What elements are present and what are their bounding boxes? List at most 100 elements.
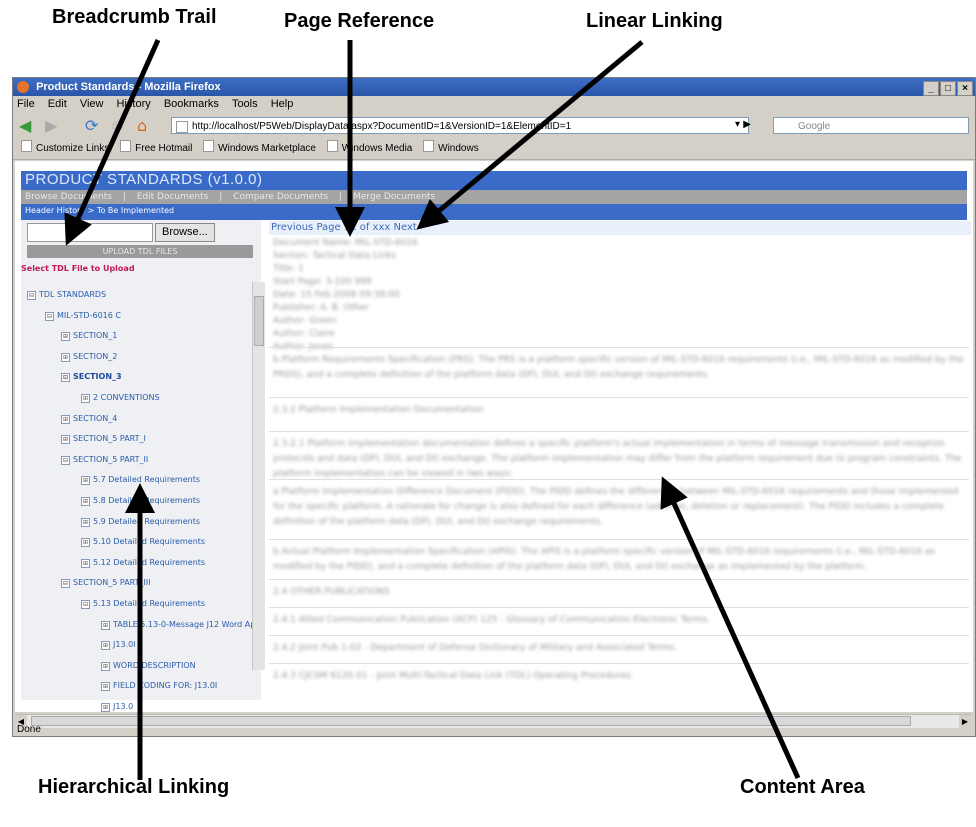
- menu-bookmarks[interactable]: Bookmarks: [164, 98, 219, 110]
- expand-icon[interactable]: ⊞: [81, 517, 90, 527]
- expand-icon[interactable]: ⊞: [81, 394, 90, 403]
- metadata-line: Start Page: 3-100 999: [273, 277, 372, 287]
- tree-node[interactable]: ⊞ 5.9 Detailed Requirements: [81, 517, 200, 527]
- collapse-icon[interactable]: ⊟: [61, 455, 70, 465]
- expand-icon[interactable]: ⊞: [101, 661, 110, 671]
- collapse-icon[interactable]: ⊟: [45, 311, 54, 321]
- firefox-icon: [17, 81, 29, 93]
- divider: [269, 397, 969, 398]
- tree-node[interactable]: ⊟ 5.13 Detailed Requirements: [81, 599, 205, 609]
- forward-icon[interactable]: ▶: [45, 116, 57, 136]
- content-paragraph: 2.4.1 Allied Communication Publication (…: [273, 615, 711, 625]
- close-button[interactable]: ×: [957, 81, 973, 96]
- tree-node[interactable]: ⊞ J13.0I: [101, 640, 136, 651]
- expand-icon[interactable]: ⊞: [101, 703, 110, 712]
- tree-node[interactable]: ⊞ SECTION_4: [61, 414, 117, 424]
- bookmark-customize-links[interactable]: Customize Links: [21, 139, 109, 159]
- expand-icon[interactable]: ⊞: [81, 497, 90, 506]
- search-input[interactable]: Google: [773, 117, 969, 134]
- tree-node[interactable]: ⊞ 5.12 Detailed Requirements: [81, 558, 205, 568]
- expand-icon[interactable]: ⊞: [81, 538, 90, 548]
- tree-node-label: TDL STANDARDS: [39, 290, 107, 299]
- expand-icon[interactable]: ⊞: [61, 414, 70, 424]
- nav-compare-documents[interactable]: Compare Documents: [233, 192, 328, 202]
- callout-linear-linking: Linear Linking: [586, 10, 723, 32]
- tree-node[interactable]: ⊞ FIELD CODING FOR: J13.0I: [101, 681, 217, 692]
- expand-icon[interactable]: ⊞: [101, 641, 110, 651]
- tree-node[interactable]: ⊟ SECTION_5 PART_III: [61, 578, 151, 589]
- file-path-input[interactable]: [27, 223, 153, 242]
- tree-node-label: SECTION_5 PART_II: [73, 454, 149, 464]
- nav-browse-documents[interactable]: Browse Documents: [25, 192, 112, 202]
- callout-page-reference: Page Reference: [284, 10, 435, 32]
- menu-history[interactable]: History: [117, 98, 151, 110]
- url-bar[interactable]: http://localhost/P5Web/DisplayData.aspx?…: [171, 117, 749, 134]
- divider: [269, 347, 969, 348]
- menu-help[interactable]: Help: [271, 98, 294, 110]
- maximize-button[interactable]: □: [940, 81, 956, 96]
- menu-tools[interactable]: Tools: [232, 98, 258, 110]
- content-paragraph: 2.3.2.1 Platform implementation document…: [273, 439, 962, 479]
- content-paragraph: 2.4.2 Joint Pub 1-02 - Department of Def…: [273, 643, 677, 653]
- sidebar-scrollbar[interactable]: [252, 282, 265, 670]
- page-viewport: PRODUCT STANDARDS (v1.0.0) Browse Docume…: [15, 161, 973, 712]
- metadata-line: Date: 15 Feb 2006 09:38:00: [273, 290, 400, 300]
- home-icon[interactable]: ⌂: [137, 116, 147, 136]
- upload-row: Browse...: [27, 223, 215, 242]
- expand-icon[interactable]: ⊞: [61, 352, 70, 362]
- back-icon[interactable]: ◀: [19, 116, 31, 136]
- collapse-icon[interactable]: ⊟: [81, 600, 90, 609]
- reload-icon[interactable]: ⟳: [85, 116, 98, 136]
- tree-node[interactable]: ⊞ 5.10 Detailed Requirements: [81, 537, 205, 548]
- collapse-icon[interactable]: ⊟: [61, 373, 70, 383]
- tree-node[interactable]: ⊞ 5.8 Detailed Requirements: [81, 496, 200, 506]
- upload-tdl-files-button[interactable]: UPLOAD TDL FILES: [27, 245, 253, 258]
- window-title: Product Standards - Mozilla Firefox: [36, 81, 221, 93]
- browse-button[interactable]: Browse...: [155, 223, 215, 242]
- tree-node[interactable]: ⊞ 2 CONVENTIONS: [81, 393, 160, 403]
- nav-separator: |: [339, 192, 343, 202]
- minimize-button[interactable]: _: [923, 81, 939, 96]
- tree-node[interactable]: ⊞ SECTION_2: [61, 352, 117, 362]
- expand-icon[interactable]: ⊞: [81, 558, 90, 568]
- bookmark-windows-marketplace[interactable]: Windows Marketplace: [203, 139, 316, 159]
- scrollbar-thumb[interactable]: [254, 296, 264, 346]
- tree-node[interactable]: ⊞ SECTION_1: [61, 331, 117, 342]
- tree-node[interactable]: ⊞ WORD DESCRIPTION: [101, 661, 196, 671]
- collapse-icon[interactable]: ⊟: [61, 579, 70, 589]
- expand-icon[interactable]: ⊞: [101, 682, 110, 692]
- tree-node[interactable]: ⊞ 5.7 Detailed Requirements: [81, 475, 200, 486]
- page-icon: [176, 121, 188, 133]
- menu-edit[interactable]: Edit: [48, 98, 67, 110]
- tree-node-label: J13.0I: [113, 640, 136, 650]
- tree-node[interactable]: ⊟ SECTION_5 PART_II: [61, 455, 148, 465]
- tree-node[interactable]: ⊞ TABLE 5.13-0-Message J12 Word App: [101, 620, 260, 630]
- bookmark-free-hotmail[interactable]: Free Hotmail: [120, 139, 192, 159]
- tree-node[interactable]: ⊞ SECTION_5 PART_I: [61, 434, 146, 445]
- go-icon[interactable]: ▾ ▶: [735, 119, 751, 130]
- menu-view[interactable]: View: [80, 98, 104, 110]
- divider: [269, 479, 969, 480]
- tree-node[interactable]: ⊟ MIL-STD-6016 C: [45, 311, 121, 321]
- page-navigation[interactable]: Previous Page 11 of xxx Next: [269, 221, 971, 235]
- document-metadata: Document Name: MIL-STD-6016 Section: Tact…: [273, 237, 418, 354]
- metadata-line: Section: Tactical Data Links: [273, 251, 397, 261]
- expand-icon[interactable]: ⊞: [81, 476, 90, 486]
- expand-icon[interactable]: ⊞: [61, 435, 70, 445]
- bookmark-windows-media[interactable]: Windows Media: [326, 139, 412, 159]
- collapse-icon[interactable]: ⊟: [27, 291, 36, 300]
- callout-breadcrumb-trail: Breadcrumb Trail: [52, 6, 217, 28]
- tree-node[interactable]: ⊞ J13.0: [101, 702, 133, 712]
- nav-merge-documents[interactable]: Merge Documents: [353, 192, 435, 202]
- stop-icon[interactable]: ⊗: [111, 116, 124, 136]
- breadcrumb[interactable]: Header History > To Be Implemented: [25, 206, 174, 215]
- menu-file[interactable]: File: [17, 98, 35, 110]
- expand-icon[interactable]: ⊞: [101, 620, 110, 630]
- tree-node[interactable]: ⊟ TDL STANDARDS: [27, 290, 106, 300]
- nav-edit-documents[interactable]: Edit Documents: [137, 192, 209, 202]
- metadata-line: Publisher: A. B. Other: [273, 303, 370, 313]
- bookmark-windows[interactable]: Windows: [423, 139, 479, 159]
- tree-node[interactable]: ⊟ SECTION_3: [61, 372, 122, 383]
- expand-icon[interactable]: ⊞: [61, 332, 70, 342]
- tree-node-label: SECTION_5 PART_III: [73, 578, 151, 588]
